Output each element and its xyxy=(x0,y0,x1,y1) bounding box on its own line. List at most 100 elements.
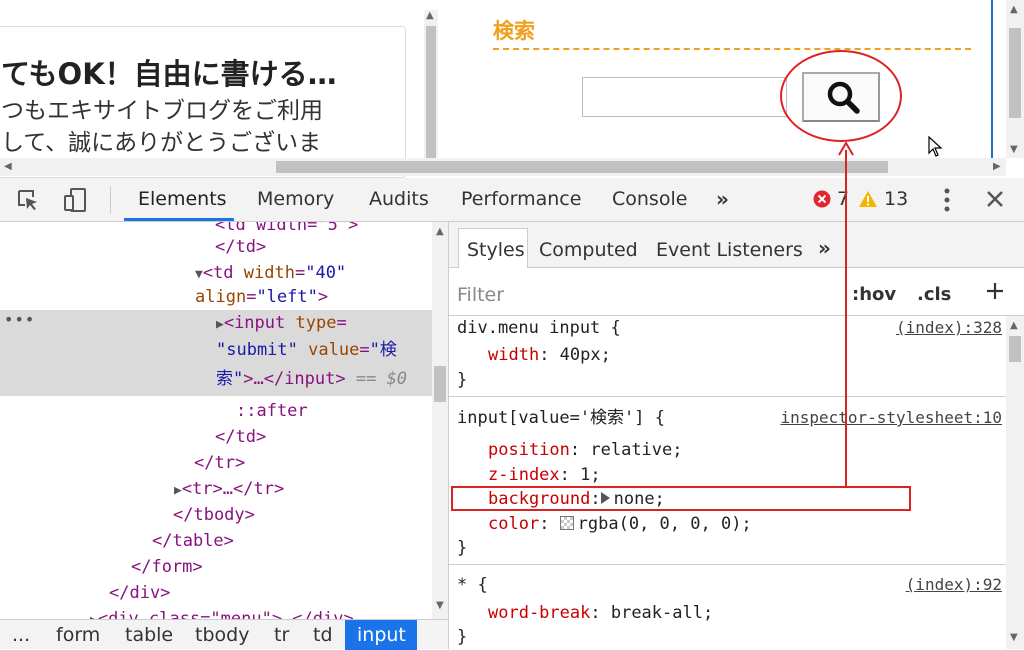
close-devtools-icon[interactable] xyxy=(985,189,1005,209)
style-declaration[interactable]: color: rgba(0, 0, 0, 0); xyxy=(488,512,752,537)
annotation-rectangle xyxy=(451,486,911,511)
rule-close-brace: } xyxy=(457,538,468,558)
tab-event-listeners[interactable]: Event Listeners xyxy=(656,239,803,261)
styles-scrollbar[interactable] xyxy=(1006,316,1024,649)
dom-node[interactable]: </form> xyxy=(131,554,203,580)
tab-styles[interactable]: Styles xyxy=(467,239,525,261)
dom-node[interactable]: </td> xyxy=(215,234,266,260)
dom-node[interactable]: </tr> xyxy=(194,450,245,476)
cls-toggle-button[interactable]: .cls xyxy=(917,284,951,305)
rule-selector[interactable]: * { xyxy=(457,573,488,598)
warning-count[interactable]: 13 xyxy=(884,188,908,210)
expand-triangle-icon[interactable]: ▶ xyxy=(216,317,224,332)
dom-node-selected[interactable]: ▶<input type= xyxy=(216,310,347,338)
collapse-triangle-icon[interactable]: ▼ xyxy=(195,267,203,282)
rule-source-link[interactable]: inspector-stylesheet:10 xyxy=(780,408,1002,427)
dom-tree-scrollbar[interactable] xyxy=(432,222,448,619)
styles-scrollbar-thumb[interactable] xyxy=(1009,336,1021,362)
rule-selector[interactable]: input[value='検索'] { xyxy=(457,406,665,431)
active-tab-indicator xyxy=(124,218,234,221)
breadcrumb: ... form table tbody tr td input xyxy=(0,619,448,650)
dom-node[interactable]: ▶<tr>…</tr> xyxy=(174,476,284,504)
error-icon[interactable] xyxy=(813,190,831,208)
annotation-arrowhead-icon xyxy=(838,142,854,156)
scroll-down-icon[interactable]: ▼ xyxy=(1010,144,1018,155)
page-horizontal-scrollbar-thumb[interactable] xyxy=(276,161,888,173)
scroll-up-icon[interactable]: ▲ xyxy=(1010,320,1018,331)
search-input[interactable] xyxy=(582,77,787,117)
device-toolbar-icon[interactable] xyxy=(62,186,90,214)
breadcrumb-item[interactable]: ... xyxy=(12,624,30,646)
tab-audits[interactable]: Audits xyxy=(369,188,429,210)
warning-icon[interactable] xyxy=(858,190,878,208)
style-declaration[interactable]: width: 40px; xyxy=(488,343,611,368)
dom-pseudo-element[interactable]: ::after xyxy=(236,398,308,424)
rule-selector[interactable]: div.menu input { xyxy=(457,316,621,341)
annotation-ellipse xyxy=(780,50,902,142)
breadcrumb-item-input[interactable]: input xyxy=(357,624,406,646)
scroll-up-icon[interactable]: ▲ xyxy=(436,226,444,237)
styles-filter-input[interactable]: Filter xyxy=(457,284,504,306)
error-count[interactable]: 7 xyxy=(837,188,849,210)
tab-computed[interactable]: Computed xyxy=(539,239,638,261)
dom-node[interactable]: </td> xyxy=(215,424,266,450)
dom-tree-scrollbar-thumb[interactable] xyxy=(434,366,446,402)
scroll-right-icon[interactable]: ▶ xyxy=(993,161,1001,172)
tab-memory[interactable]: Memory xyxy=(257,188,334,210)
expand-triangle-icon[interactable]: ▶ xyxy=(174,483,182,498)
scroll-down-icon[interactable]: ▼ xyxy=(436,600,444,611)
breadcrumb-item-tr[interactable]: tr xyxy=(274,624,289,646)
dom-node[interactable]: </div> xyxy=(109,580,170,606)
article-card: てもOK！自由に書ける… つもエキサイトブログをご利用 して、誠にありがとうござ… xyxy=(0,26,406,178)
scroll-down-icon[interactable]: ▼ xyxy=(1010,632,1018,643)
page-frame-border xyxy=(991,0,993,158)
scroll-up-icon[interactable]: ▲ xyxy=(1010,4,1018,15)
breadcrumb-item-table[interactable]: table xyxy=(125,624,173,646)
dom-node[interactable]: ▶<div class="menu">…</div> xyxy=(90,606,354,619)
search-heading-divider xyxy=(493,48,971,50)
annotation-arrow-line xyxy=(845,150,847,488)
dom-node-selected[interactable]: "submit" value="検 xyxy=(216,337,397,363)
rule-source-link[interactable]: (index):328 xyxy=(896,318,1002,337)
more-subtabs-icon[interactable]: » xyxy=(818,236,831,260)
style-rules: div.menu input { (index):328 width: 40px… xyxy=(449,316,1006,649)
breadcrumb-item-td[interactable]: td xyxy=(313,624,333,646)
rule-close-brace: } xyxy=(457,370,468,390)
rule-close-brace: } xyxy=(457,627,468,647)
rule-divider xyxy=(449,396,1006,397)
hov-toggle-button[interactable]: :hov xyxy=(852,284,896,305)
breadcrumb-item-form[interactable]: form xyxy=(56,624,100,646)
tab-performance[interactable]: Performance xyxy=(461,188,581,210)
search-heading: 検索 xyxy=(493,19,535,43)
style-declaration[interactable]: word-break: break-all; xyxy=(488,601,713,626)
elements-dom-tree: ••• <td width="5"> </td> ▼<td width="40"… xyxy=(0,222,448,619)
node-actions-icon[interactable]: ••• xyxy=(4,310,35,329)
article-body-line: つもエキサイトブログをご利用 xyxy=(1,98,323,124)
page-vertical-scrollbar-thumb[interactable] xyxy=(1009,28,1021,118)
inspect-element-icon[interactable] xyxy=(16,188,40,212)
style-declaration[interactable]: position: relative; xyxy=(488,438,683,463)
article-title[interactable]: てもOK！自由に書ける… xyxy=(1,51,337,93)
more-tabs-icon[interactable]: » xyxy=(716,187,729,211)
customize-menu-icon[interactable] xyxy=(944,186,950,214)
dom-node-selected[interactable]: 索">…</input> == $0 xyxy=(216,366,407,392)
scroll-up-icon[interactable]: ▲ xyxy=(426,10,434,21)
article-body: つもエキサイトブログをご利用 して、誠にありがとうございま xyxy=(1,95,381,159)
mouse-cursor-icon xyxy=(928,136,943,157)
color-swatch-icon[interactable] xyxy=(559,516,574,530)
style-declaration[interactable]: z-index: 1; xyxy=(488,463,601,488)
dom-node[interactable]: </table> xyxy=(152,528,234,554)
new-style-rule-icon[interactable] xyxy=(985,281,1005,301)
dom-node[interactable]: align="left"> xyxy=(195,284,328,310)
page-viewport: てもOK！自由に書ける… つもエキサイトブログをご利用 して、誠にありがとうござ… xyxy=(0,0,1024,179)
scroll-left-icon[interactable]: ◀ xyxy=(4,161,12,172)
styles-subtab-bar: Styles Computed Event Listeners xyxy=(449,222,1024,268)
article-body-line: して、誠にありがとうございま xyxy=(1,130,322,156)
dom-node[interactable]: </tbody> xyxy=(173,502,255,528)
breadcrumb-item-tbody[interactable]: tbody xyxy=(195,624,249,646)
tab-console[interactable]: Console xyxy=(612,188,687,210)
article-scrollbar-thumb[interactable] xyxy=(426,26,436,158)
tab-elements[interactable]: Elements xyxy=(138,188,227,210)
rule-divider xyxy=(449,564,1006,565)
rule-source-link[interactable]: (index):92 xyxy=(906,575,1002,594)
